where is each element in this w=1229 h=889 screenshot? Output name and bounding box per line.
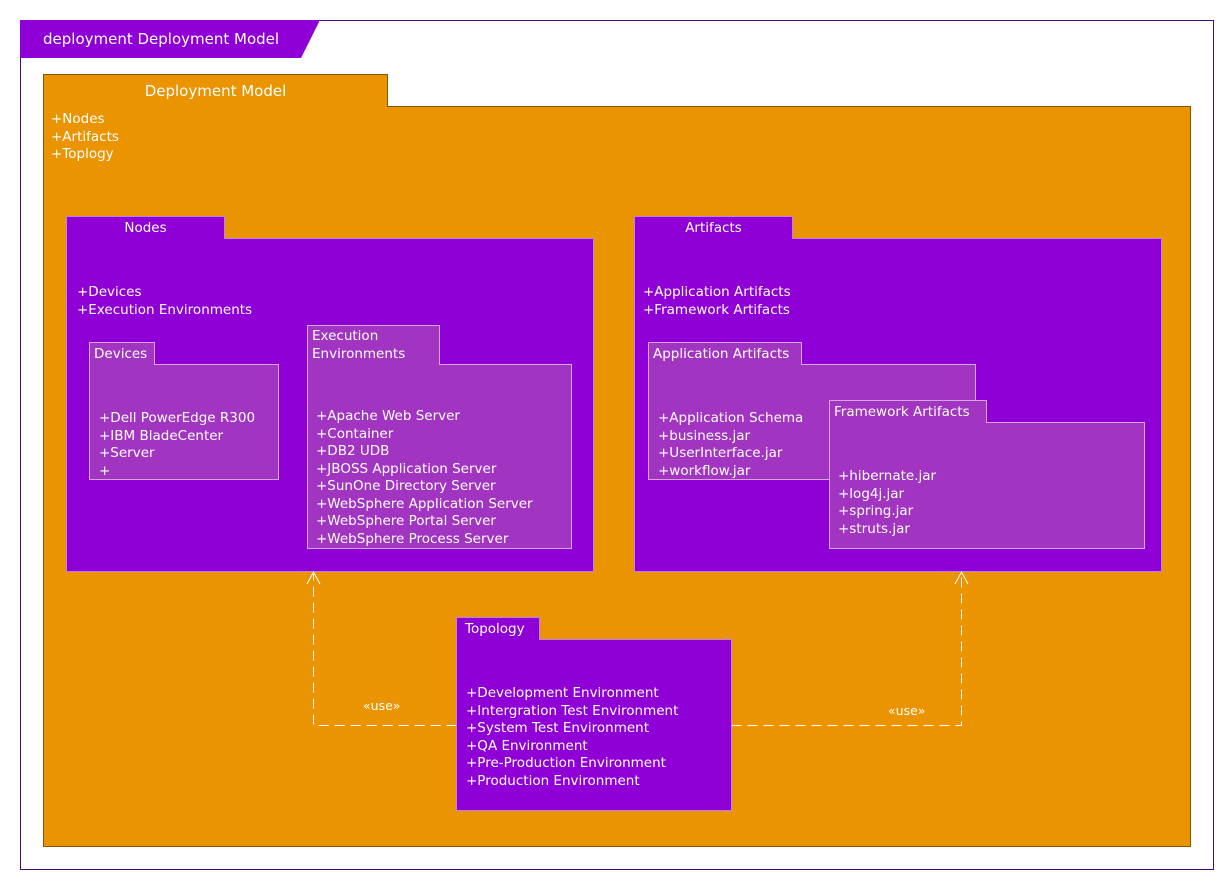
package-topology-members: +Development Environment +Intergration T… xyxy=(466,685,678,790)
member-item: +Pre-Production Environment xyxy=(466,755,666,771)
dependency-label-artifacts: «use» xyxy=(888,703,926,718)
dependency-label-nodes: «use» xyxy=(363,698,401,713)
member-item: +QA Environment xyxy=(466,737,588,754)
member-item: +System Test Environment xyxy=(466,720,650,736)
member-item: +Production Environment xyxy=(466,772,640,789)
package-topology-tab[interactable]: Topology xyxy=(456,617,540,640)
member-item: +Intergration Test Environment xyxy=(466,702,679,719)
member-item: +Development Environment xyxy=(466,685,659,701)
dependency-topology-to-artifacts[interactable] xyxy=(731,574,962,726)
